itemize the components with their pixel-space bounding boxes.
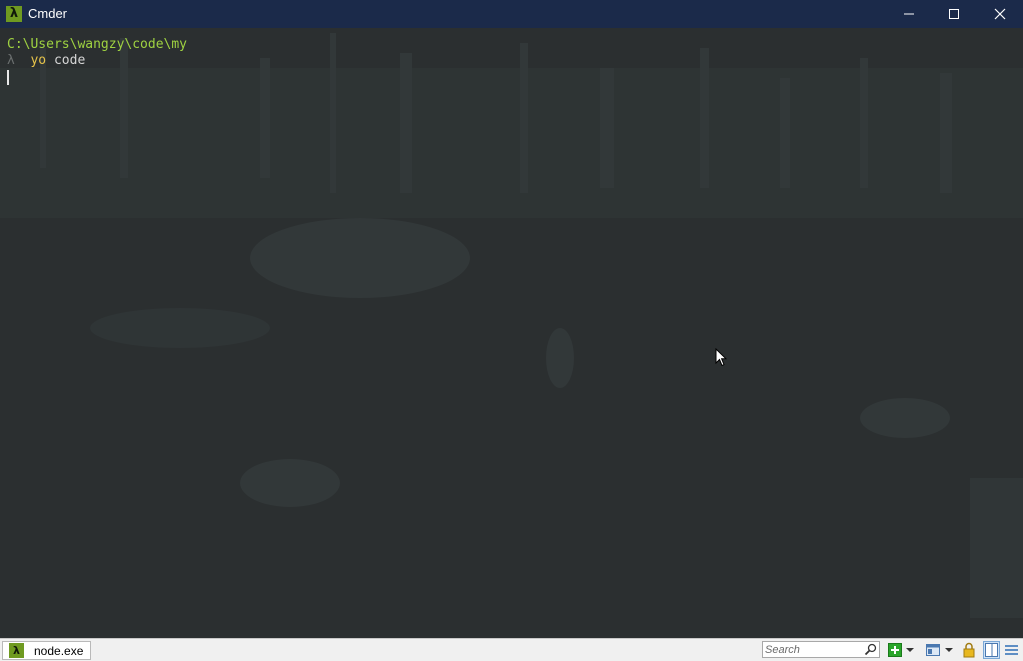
chevron-down-icon[interactable] [905, 642, 915, 658]
lock-icon[interactable] [962, 642, 976, 658]
console-area[interactable]: C:\Users\wangzy\code\my λ yo code [0, 28, 1023, 638]
window-title: Cmder [28, 6, 68, 21]
mouse-pointer-icon [715, 348, 727, 367]
close-button[interactable] [977, 0, 1023, 28]
current-path: C:\Users\wangzy\code\my [7, 37, 188, 52]
split-view-icon [985, 643, 998, 657]
title-bar[interactable]: λ Cmder [0, 0, 1023, 28]
command-argument: code [53, 53, 86, 68]
tab-label: node.exe [34, 644, 84, 658]
minimize-icon [904, 13, 914, 15]
list-icon[interactable] [1004, 642, 1019, 658]
background-cityscape-image [0, 33, 1023, 618]
lambda-icon: λ [9, 643, 24, 658]
maximize-button[interactable] [931, 0, 977, 28]
status-bar: λ node.exe [0, 638, 1023, 661]
search-input[interactable] [765, 642, 861, 657]
console-tab[interactable]: λ node.exe [2, 641, 91, 660]
command-line: λ yo code [7, 53, 85, 69]
command-name: yo [30, 53, 47, 68]
plus-icon[interactable] [888, 642, 902, 658]
chevron-down-icon[interactable] [944, 642, 954, 658]
close-icon [994, 8, 1006, 20]
maximize-icon [949, 9, 959, 19]
lambda-icon[interactable]: λ [6, 6, 22, 22]
window-icon[interactable] [925, 642, 941, 658]
minimize-button[interactable] [886, 0, 932, 28]
search-box[interactable] [762, 641, 880, 658]
text-cursor [7, 70, 9, 85]
split-view-button[interactable] [983, 641, 1000, 659]
prompt-symbol: λ [7, 53, 15, 68]
search-icon[interactable] [864, 643, 877, 656]
